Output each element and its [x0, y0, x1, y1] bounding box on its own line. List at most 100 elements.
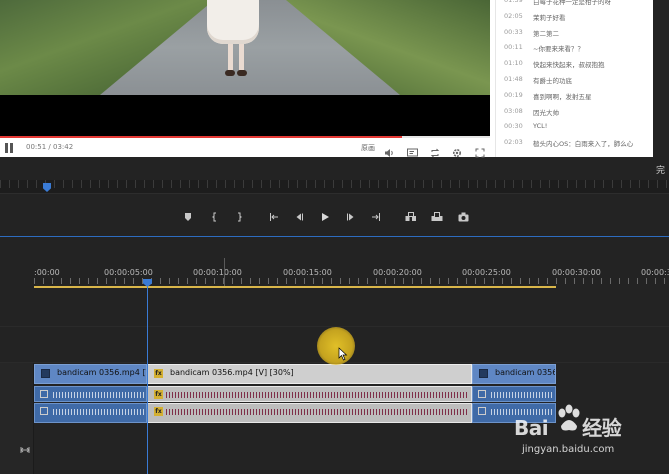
audio-clip-icon	[478, 407, 486, 415]
danmaku-time: 00:30	[504, 122, 523, 131]
watermark-bai: Bai	[514, 416, 549, 440]
cursor-highlight	[317, 327, 355, 365]
danmaku-time: 00:33	[504, 27, 523, 36]
ruler-label: 00:00:05:00	[104, 268, 153, 277]
danmaku-toggle-icon[interactable]	[407, 143, 418, 157]
audio-clip-icon	[40, 407, 48, 415]
danmaku-time: 02:03	[504, 138, 523, 147]
time-display: 00:51 / 03:42	[26, 143, 73, 151]
ruler-label: :00:00	[34, 268, 60, 277]
person-leg	[228, 44, 233, 70]
export-frame-icon[interactable]	[455, 209, 471, 225]
mouse-pointer-icon	[338, 346, 348, 361]
playhead-line	[147, 287, 148, 474]
danmaku-time: 01:10	[504, 59, 523, 68]
danmaku-text: 快起来快起来，叔叔抱抱	[533, 61, 605, 70]
fx-badge-icon: fx	[154, 390, 163, 399]
watermark-logo: Bai 经验	[514, 412, 622, 441]
go-to-out-icon[interactable]	[368, 209, 384, 225]
work-area-bar[interactable]	[34, 286, 556, 288]
danmaku-text: 白莓子花种一定是柑子的呀	[533, 0, 611, 6]
video-frame[interactable]	[0, 0, 490, 137]
timeline-ticks	[34, 278, 669, 284]
time-separator: /	[48, 143, 51, 151]
total-time: 03:42	[53, 143, 74, 151]
video-clip[interactable]: bandicam 0356.	[472, 364, 556, 384]
transport-controls	[0, 204, 669, 230]
monitor-time-ruler[interactable]	[0, 180, 669, 194]
danmaku-text: 有爵士的功底	[533, 77, 572, 85]
clip-name: bandicam 0356.mp4 [V] [30%]	[170, 368, 294, 377]
danmaku-time: 03:08	[504, 106, 523, 115]
danmaku-text: 因光大帅	[533, 108, 559, 117]
loop-icon[interactable]	[430, 143, 440, 158]
danmaku-text: YCL!	[533, 122, 548, 131]
danmaku-text: 第二第二	[533, 29, 559, 38]
danmaku-time: 02:05	[504, 11, 523, 20]
audio-clip-selected[interactable]: fx	[147, 403, 472, 423]
audio-waveform	[53, 392, 144, 398]
mark-out-icon[interactable]	[231, 209, 247, 225]
clip-video-icon	[41, 369, 50, 378]
watermark-url: jingyan.baidu.com	[522, 444, 615, 455]
player-control-bar: 00:51 / 03:42 原画	[0, 139, 490, 158]
person-shoe	[237, 70, 247, 76]
danmaku-time: 00:11	[504, 43, 523, 52]
overwrite-icon[interactable]	[428, 209, 444, 225]
panel-divider-active	[0, 236, 669, 237]
go-to-in-icon[interactable]	[266, 209, 282, 225]
track-v3[interactable]	[0, 292, 669, 327]
danmaku-list[interactable]: 01:39 白莓子花种一定是柑子的呀 02:05 茉莉子好看 00:33 第二第二 00:1…	[495, 0, 653, 157]
audio-clip-icon	[40, 390, 48, 398]
danmaku-text: 槌头内心OS：白雨来入了，肺么心	[533, 140, 634, 149]
volume-icon[interactable]	[384, 143, 394, 157]
ruler-label: 00:00:15:00	[283, 268, 332, 277]
hover-scrub-line	[224, 258, 225, 288]
fullscreen-icon[interactable]	[475, 143, 485, 158]
play-icon[interactable]	[317, 209, 333, 225]
audio-waveform	[166, 392, 469, 398]
audio-waveform	[53, 409, 144, 415]
person-shoe	[225, 70, 235, 76]
insert-icon[interactable]	[402, 209, 418, 225]
audio-clip[interactable]	[34, 403, 147, 423]
step-back-icon[interactable]	[291, 209, 307, 225]
audio-waveform	[166, 409, 469, 415]
person-dress	[207, 0, 259, 44]
clip-name: bandicam 0356.	[495, 368, 556, 377]
ruler-label: 00:00:30:00	[552, 268, 601, 277]
audio-clip-selected[interactable]: fx	[147, 386, 472, 402]
danmaku-text: ~你要来来看？？	[533, 45, 584, 54]
ruler-label: 00:00:10:00	[193, 268, 242, 277]
settings-icon[interactable]	[452, 143, 462, 158]
fx-badge-icon: fx	[154, 369, 163, 378]
zoom-handle-icon[interactable]	[20, 445, 30, 455]
danmaku-time: 01:48	[504, 75, 523, 83]
danmaku-time: 00:19	[504, 90, 523, 99]
danmaku-text: 喜到啊啊，发射五星	[533, 92, 592, 101]
quality-selector[interactable]: 原画	[361, 143, 375, 153]
ruler-label: 00:00:25:00	[462, 268, 511, 277]
audio-waveform	[491, 392, 553, 398]
clip-video-icon	[479, 369, 488, 378]
video-progress-fill	[0, 136, 402, 138]
step-forward-icon[interactable]	[343, 209, 359, 225]
current-time: 00:51	[26, 143, 47, 151]
clip-name: bandicam 0356.mp4 [V]	[57, 368, 147, 377]
pause-icon[interactable]	[4, 143, 14, 153]
video-scene	[0, 0, 490, 95]
video-clip-selected[interactable]: fx bandicam 0356.mp4 [V] [30%]	[147, 364, 472, 384]
mark-in-icon[interactable]	[207, 209, 223, 225]
danmaku-text: 茉莉子好看	[533, 13, 566, 22]
audio-clip-icon	[478, 390, 486, 398]
fx-badge-icon: fx	[154, 407, 163, 416]
video-player: 00:51 / 03:42 原画 01:39 白莓子花种一定是柑子的呀 02:05 茉…	[0, 0, 653, 158]
danmaku-time: 01:39	[504, 0, 523, 4]
ruler-label: 00:00:20:00	[373, 268, 422, 277]
video-progress-bar[interactable]	[0, 136, 490, 138]
add-marker-icon[interactable]	[180, 209, 196, 225]
panel-label-truncated: 完	[656, 166, 666, 176]
video-clip[interactable]: bandicam 0356.mp4 [V]	[34, 364, 147, 384]
person-leg	[239, 44, 244, 70]
audio-clip[interactable]	[34, 386, 147, 402]
